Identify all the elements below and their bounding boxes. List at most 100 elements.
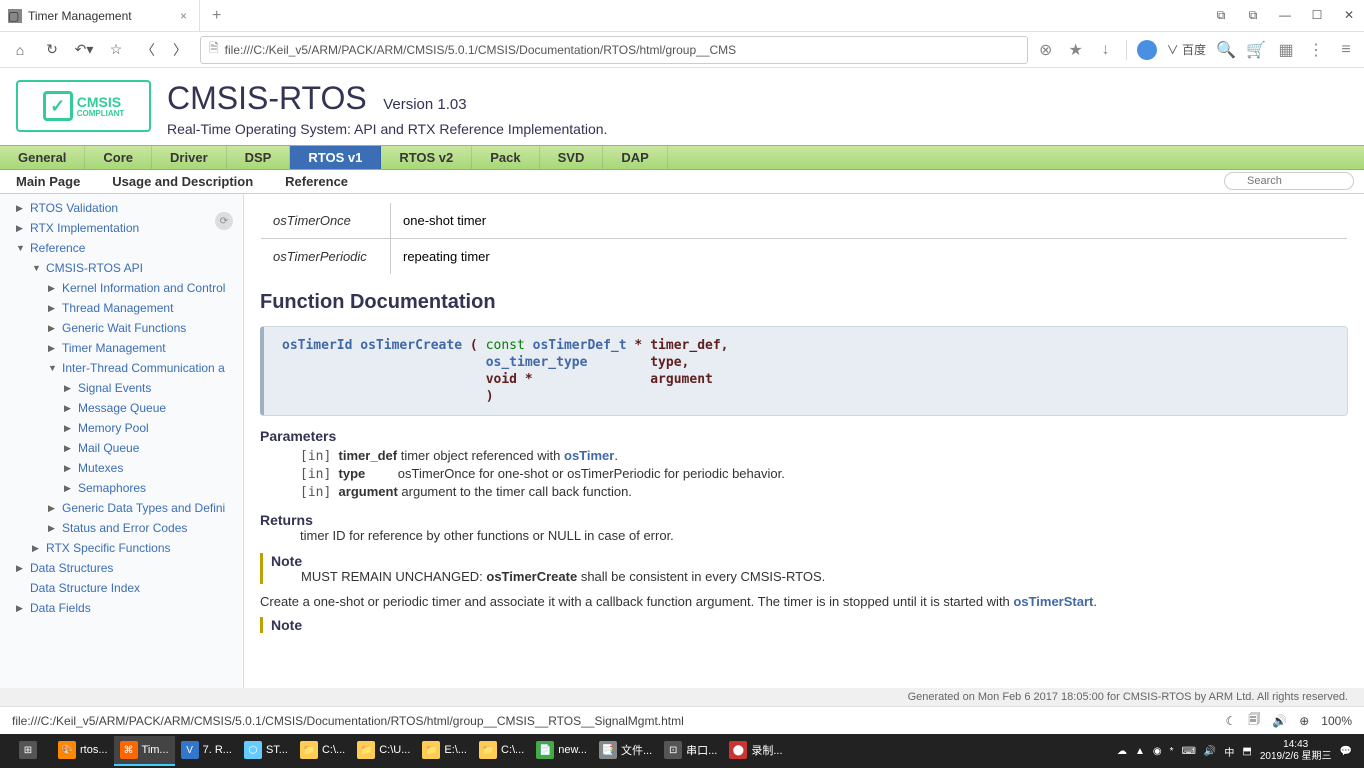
tab-pack[interactable]: Pack bbox=[472, 146, 539, 169]
tray-notif-icon[interactable]: 💬 bbox=[1340, 746, 1352, 757]
sidebar-reference[interactable]: ▼Reference bbox=[0, 238, 243, 258]
sidebar-kernel[interactable]: ▶Kernel Information and Control bbox=[0, 278, 243, 298]
translate-icon[interactable]: ⊗ bbox=[1036, 40, 1056, 60]
tab-core[interactable]: Core bbox=[85, 146, 152, 169]
win-group-icon[interactable]: ⧉ bbox=[1206, 8, 1236, 23]
more-icon[interactable]: ⋮ bbox=[1306, 40, 1326, 60]
subnav-usage[interactable]: Usage and Description bbox=[96, 170, 269, 193]
sidebar-thread[interactable]: ▶Thread Management bbox=[0, 298, 243, 318]
browser-tab-strip: ▢ Timer Management × + ⧉ ⧉ — ☐ ✕ bbox=[0, 0, 1364, 32]
sidebar-ds-index[interactable]: Data Structure Index bbox=[0, 578, 243, 598]
ostimer-link[interactable]: osTimer bbox=[564, 448, 614, 463]
subnav-main[interactable]: Main Page bbox=[0, 170, 96, 193]
sidebar-rtos-validation[interactable]: ▶RTOS Validation bbox=[0, 198, 243, 218]
version-label: Version 1.03 bbox=[383, 96, 466, 113]
task-new[interactable]: 📄new... bbox=[530, 736, 593, 766]
home-icon[interactable]: ⌂ bbox=[8, 38, 32, 62]
tray-clock[interactable]: 14:43 2019/2/6 星期三 bbox=[1260, 739, 1332, 763]
task-c1[interactable]: 📁C:\... bbox=[294, 736, 351, 766]
bookmark-icon[interactable]: ★ bbox=[1066, 40, 1086, 60]
tray-kb-icon[interactable]: ⌨ bbox=[1181, 746, 1195, 757]
task-file[interactable]: 📑文件... bbox=[593, 736, 658, 766]
notes-icon[interactable]: 🗐 bbox=[1248, 710, 1260, 731]
address-bar[interactable]: 🗎 file:///C:/Keil_v5/ARM/PACK/ARM/CMSIS/… bbox=[200, 36, 1028, 64]
sidebar-memory-pool[interactable]: ▶Memory Pool bbox=[0, 418, 243, 438]
generated-footer: Generated on Mon Feb 6 2017 18:05:00 for… bbox=[0, 688, 1364, 706]
cart-icon[interactable]: 🛒 bbox=[1246, 40, 1266, 60]
sidebar-data-fields[interactable]: ▶Data Fields bbox=[0, 598, 243, 618]
search-icon[interactable]: 🔍 bbox=[1216, 40, 1236, 60]
sidebar-data-structures[interactable]: ▶Data Structures bbox=[0, 558, 243, 578]
sidebar-wait[interactable]: ▶Generic Wait Functions bbox=[0, 318, 243, 338]
tray-misc-icon[interactable]: ⬒ bbox=[1242, 746, 1251, 757]
note-title-2: Note bbox=[271, 617, 1348, 633]
tray-bt-icon[interactable]: * bbox=[1170, 746, 1174, 757]
sidebar-rtx-functions[interactable]: ▶RTX Specific Functions bbox=[0, 538, 243, 558]
task-serial[interactable]: ⊡串口... bbox=[658, 736, 723, 766]
subnav-reference[interactable]: Reference bbox=[269, 170, 364, 193]
tab-rtos-v1[interactable]: RTOS v1 bbox=[290, 146, 381, 169]
parameters-section: Parameters [in] timer_def timer object r… bbox=[260, 428, 1348, 500]
zoom-level[interactable]: 100% bbox=[1321, 714, 1352, 728]
tab-close-icon[interactable]: × bbox=[176, 9, 191, 23]
task-e[interactable]: 📁E:\... bbox=[416, 736, 473, 766]
task-7r[interactable]: V7. R... bbox=[175, 736, 238, 766]
main-tabs: General Core Driver DSP RTOS v1 RTOS v2 … bbox=[0, 145, 1364, 170]
sidebar-mail-queue[interactable]: ▶Mail Queue bbox=[0, 438, 243, 458]
moon-icon[interactable]: ☾ bbox=[1226, 714, 1237, 728]
search-engine-label[interactable]: ∨ 百度 bbox=[1167, 41, 1206, 58]
maximize-icon[interactable]: ☐ bbox=[1302, 8, 1332, 23]
ostimerstart-link[interactable]: osTimerStart bbox=[1013, 594, 1093, 609]
start-button[interactable]: ⊞ bbox=[4, 736, 52, 766]
sidebar-inter-thread[interactable]: ▼Inter-Thread Communication a bbox=[0, 358, 243, 378]
win-restore-icon[interactable]: ⧉ bbox=[1238, 8, 1268, 23]
download-icon[interactable]: ↓ bbox=[1096, 40, 1116, 60]
minimize-icon[interactable]: — bbox=[1270, 8, 1300, 23]
tab-rtos-v2[interactable]: RTOS v2 bbox=[381, 146, 472, 169]
task-rtos[interactable]: 🎨rtos... bbox=[52, 736, 114, 766]
volume-icon[interactable]: 🔊 bbox=[1272, 714, 1287, 728]
task-cu[interactable]: 📁C:\U... bbox=[351, 736, 416, 766]
task-st[interactable]: ⬡ST... bbox=[238, 736, 294, 766]
star-icon[interactable]: ☆ bbox=[104, 38, 128, 62]
search-input[interactable] bbox=[1224, 172, 1354, 190]
task-c2[interactable]: 📁C:\... bbox=[473, 736, 530, 766]
tab-dap[interactable]: DAP bbox=[603, 146, 667, 169]
tab-svd[interactable]: SVD bbox=[540, 146, 604, 169]
sidebar-signal-events[interactable]: ▶Signal Events bbox=[0, 378, 243, 398]
tray-up-icon[interactable]: ▲ bbox=[1135, 746, 1145, 757]
browser-tab[interactable]: ▢ Timer Management × bbox=[0, 0, 200, 31]
undo-icon[interactable]: ↶▾ bbox=[72, 38, 96, 62]
sidebar-semaphores[interactable]: ▶Semaphores bbox=[0, 478, 243, 498]
sidebar-message-queue[interactable]: ▶Message Queue bbox=[0, 398, 243, 418]
system-tray[interactable]: ☁ ▲ ◉ * ⌨ 🔊 中 ⬒ 14:43 2019/2/6 星期三 💬 bbox=[1117, 739, 1360, 763]
sync-icon[interactable]: ⟳ bbox=[215, 212, 233, 230]
tray-vol-icon[interactable]: 🔊 bbox=[1204, 746, 1216, 757]
menu-icon[interactable]: ≡ bbox=[1336, 40, 1356, 60]
close-icon[interactable]: ✕ bbox=[1334, 8, 1364, 23]
sidebar-status-codes[interactable]: ▶Status and Error Codes bbox=[0, 518, 243, 538]
task-timer[interactable]: ⌘Tim... bbox=[114, 736, 175, 766]
note-text: MUST REMAIN UNCHANGED: osTimerCreate sha… bbox=[271, 569, 1348, 584]
tab-dsp[interactable]: DSP bbox=[227, 146, 291, 169]
sidebar-rtx-impl[interactable]: ▶RTX Implementation bbox=[0, 218, 243, 238]
tab-driver[interactable]: Driver bbox=[152, 146, 227, 169]
sidebar-generic-data[interactable]: ▶Generic Data Types and Defini bbox=[0, 498, 243, 518]
task-record[interactable]: ⬤录制... bbox=[723, 736, 788, 766]
sidebar-timer[interactable]: ▶Timer Management bbox=[0, 338, 243, 358]
sidebar-cmsis-api[interactable]: ▼CMSIS-RTOS API bbox=[0, 258, 243, 278]
download-status-icon[interactable]: ⊕ bbox=[1299, 714, 1309, 728]
status-url: file:///C:/Keil_v5/ARM/PACK/ARM/CMSIS/5.… bbox=[12, 714, 684, 728]
reload-icon[interactable]: ↻ bbox=[40, 38, 64, 62]
sidebar-mutexes[interactable]: ▶Mutexes bbox=[0, 458, 243, 478]
forward-icon[interactable]: 〉 bbox=[168, 38, 192, 62]
page-title: CMSIS-RTOS bbox=[167, 80, 367, 117]
tray-net-icon[interactable]: ◉ bbox=[1153, 746, 1162, 757]
tray-cloud-icon[interactable]: ☁ bbox=[1117, 746, 1127, 757]
profile-icon[interactable] bbox=[1137, 40, 1157, 60]
new-tab-button[interactable]: + bbox=[200, 7, 233, 25]
grid-icon[interactable]: ▦ bbox=[1276, 40, 1296, 60]
back-icon[interactable]: 〈 bbox=[136, 38, 160, 62]
tray-ime-icon[interactable]: 中 bbox=[1224, 744, 1234, 759]
tab-general[interactable]: General bbox=[0, 146, 85, 169]
